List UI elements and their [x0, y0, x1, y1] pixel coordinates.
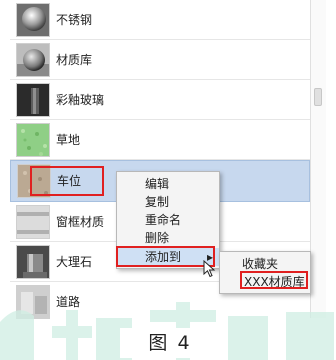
scrollbar-thumb[interactable] [314, 88, 322, 106]
material-item-library[interactable]: 材质库 [10, 40, 310, 80]
glazed-glass-thumbnail [16, 83, 50, 117]
steel-sphere-thumbnail [16, 3, 50, 37]
menu-item-rename[interactable]: 重命名 [117, 211, 219, 229]
material-label: 不锈钢 [56, 13, 93, 27]
vertical-scrollbar[interactable] [310, 0, 326, 318]
figure-caption: 图 4 [120, 328, 220, 358]
material-label: 草地 [56, 133, 81, 147]
material-item-stainless-steel[interactable]: 不锈钢 [10, 0, 310, 40]
material-label: 大理石 [56, 255, 93, 269]
grass-texture-thumbnail [16, 123, 50, 157]
menu-item-delete[interactable]: 删除 [117, 229, 219, 247]
menu-item-edit[interactable]: 编辑 [117, 175, 219, 193]
library-sphere-thumbnail [16, 43, 50, 77]
marble-thumbnail [16, 245, 50, 279]
material-item-grass[interactable]: 草地 [10, 120, 310, 160]
menu-item-copy[interactable]: 复制 [117, 193, 219, 211]
highlight-add-to [116, 246, 215, 267]
highlight-selected-item [30, 166, 104, 196]
highlight-target-library [240, 271, 308, 289]
material-label: 窗框材质 [56, 215, 105, 229]
material-item-glazed-glass[interactable]: 彩釉玻璃 [10, 80, 310, 120]
material-label: 材质库 [56, 53, 93, 67]
window-frame-thumbnail [16, 205, 50, 239]
mouse-cursor-icon [203, 260, 216, 278]
material-label: 彩釉玻璃 [56, 93, 105, 107]
